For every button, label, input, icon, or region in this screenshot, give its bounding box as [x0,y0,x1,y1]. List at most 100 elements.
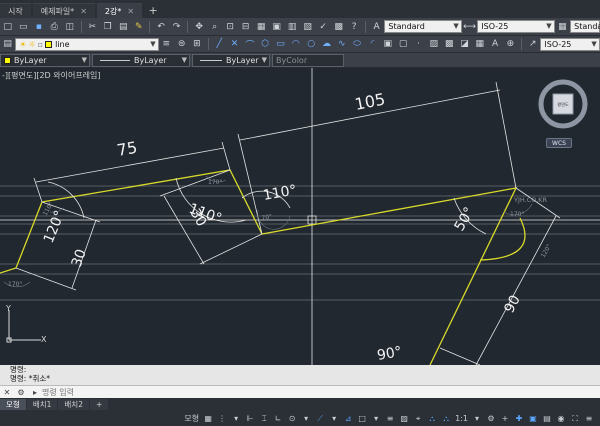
rectangle-icon[interactable]: ▭ [274,37,287,51]
snap-icon[interactable]: ⋮ [216,413,228,425]
layer-properties-icon[interactable]: ▤ [1,37,14,51]
annotation-scale-value[interactable]: 1:1 [454,413,469,425]
gear-icon[interactable]: ⚙ [485,413,497,425]
chevron-down-icon[interactable]: ▾ [328,413,340,425]
polar-tracking-icon[interactable]: ⊙ [286,413,298,425]
new-file-icon[interactable]: □ [1,20,15,34]
polygon-icon[interactable]: ⬡ [259,37,272,51]
zoom-window-icon[interactable]: ⊡ [223,20,237,34]
insert-block-icon[interactable]: ▣ [381,37,394,51]
text-style-select[interactable]: Standard ▼ [384,20,462,33]
ellipse-icon[interactable]: ⬭ [350,37,363,51]
selection-cycling-icon[interactable]: ⌖ [412,413,424,425]
annotation-scale-icon[interactable]: ⛬ [440,413,452,425]
isometric-icon[interactable]: ⟋ [314,413,326,425]
chevron-down-icon[interactable]: ▾ [471,413,483,425]
chevron-down-icon[interactable]: ▾ [300,413,312,425]
markup-icon[interactable]: ✓ [316,20,330,34]
tab-lesson-2[interactable]: 2강* ✕ [96,3,143,18]
add-icon[interactable]: + [499,413,511,425]
tab-layout2[interactable]: 배치2 [58,399,89,410]
pan-icon[interactable]: ✥ [192,20,206,34]
object-snap-icon[interactable]: □ [356,413,368,425]
new-tab-button[interactable]: + [144,3,162,18]
customization-icon[interactable]: ≡ [583,413,595,425]
object-snap-tracking-icon[interactable]: ⊿ [342,413,354,425]
linetype-select[interactable]: ByLayer ▼ [92,53,190,67]
undo-icon[interactable]: ↶ [154,20,168,34]
construction-line-icon[interactable]: ✕ [228,37,241,51]
add-layout-button[interactable]: + [89,399,109,410]
transparency-icon[interactable]: ▨ [398,413,410,425]
infer-constraints-icon[interactable]: ⊩ [244,413,256,425]
close-icon[interactable]: ✕ [0,388,14,397]
ellipse-arc-icon[interactable]: ◜ [366,37,379,51]
mtext-icon[interactable]: A [488,37,501,51]
circle-icon[interactable]: ○ [305,37,318,51]
annotation-monitor-icon[interactable]: ✚ [513,413,525,425]
line-icon[interactable]: ╱ [213,37,226,51]
tab-example-file[interactable]: 예제파일* ✕ [32,3,95,18]
layer-select[interactable]: ☀ ☼ ▫ line ▼ [15,37,159,51]
layer-states-icon[interactable]: ⊞ [190,37,203,51]
polyline-icon[interactable]: ⌒ [243,37,256,51]
plotstyle-select[interactable]: ByColor [272,53,344,67]
lineweight-select[interactable]: ByLayer ▼ [192,53,270,67]
sheet-set-icon[interactable]: ▧ [301,20,315,34]
copy-icon[interactable]: ❐ [101,20,115,34]
save-icon[interactable]: ▪ [32,20,46,34]
grid-icon[interactable]: ▦ [202,413,214,425]
multileader-style-select[interactable]: ISO-25 ▼ [540,37,600,51]
tab-layout1[interactable]: 배치1 [26,399,58,410]
customize-icon[interactable]: ⚙ [14,388,28,397]
match-properties-icon[interactable]: ✎ [132,20,146,34]
dim-style-select[interactable]: ISO-25 ▼ [477,20,555,33]
drawing-canvas[interactable]: 75 105 120° 30 30 110° 110° 50° 90 90° 1… [0,68,600,365]
chevron-down-icon[interactable]: ▾ [230,413,242,425]
model-space-button[interactable]: 모형 [183,413,200,425]
arc-icon[interactable]: ◠ [289,37,302,51]
wcs-menu[interactable]: WCS [546,138,572,148]
table-style-select[interactable]: Standa [570,20,600,33]
help-icon[interactable]: ? [347,20,361,34]
zoom-realtime-icon[interactable]: ⌕ [208,20,222,34]
dynamic-input-icon[interactable]: ⌶ [258,413,270,425]
annotation-visibility-icon[interactable]: ⛬ [426,413,438,425]
zoom-previous-icon[interactable]: ⊟ [239,20,253,34]
print-icon[interactable]: ⎙ [48,20,62,34]
hatch-icon[interactable]: ▨ [427,37,440,51]
close-icon[interactable]: ✕ [80,7,87,16]
point-icon[interactable]: · [412,37,425,51]
revcloud-icon[interactable]: ☁ [320,37,333,51]
clean-screen-icon[interactable]: ⛶ [569,413,581,425]
chevron-down-icon[interactable]: ▾ [370,413,382,425]
layer-previous-icon[interactable]: ⊜ [175,37,188,51]
command-line[interactable]: ✕ ⚙ ▸ [0,385,600,398]
ortho-icon[interactable]: ∟ [272,413,284,425]
properties-icon[interactable]: ▦ [254,20,268,34]
make-current-icon[interactable]: ≡ [160,37,173,51]
viewcube[interactable]: 평면도 [537,78,589,130]
make-block-icon[interactable]: ▢ [396,37,409,51]
spline-icon[interactable]: ∿ [335,37,348,51]
tab-start[interactable]: 시작 [0,3,31,18]
paste-icon[interactable]: ▤ [116,20,130,34]
tool-palette-icon[interactable]: ▥ [285,20,299,34]
lineweight-icon[interactable]: ≡ [384,413,396,425]
redo-icon[interactable]: ↷ [170,20,184,34]
open-icon[interactable]: ▭ [17,20,31,34]
calculator-icon[interactable]: ▩ [332,20,346,34]
isolate-objects-icon[interactable]: ◉ [555,413,567,425]
add-selected-icon[interactable]: ⊕ [504,37,517,51]
tab-model[interactable]: 모형 [0,399,26,410]
color-select[interactable]: ByLayer ▼ [0,53,90,67]
cut-icon[interactable]: ✂ [85,20,99,34]
design-center-icon[interactable]: ▣ [270,20,284,34]
table-icon[interactable]: ▦ [473,37,486,51]
command-input[interactable] [42,387,342,397]
preview-icon[interactable]: ◫ [63,20,77,34]
region-icon[interactable]: ◪ [458,37,471,51]
close-icon[interactable]: ✕ [127,7,134,16]
units-icon[interactable]: ▣ [527,413,539,425]
gradient-icon[interactable]: ▩ [442,37,455,51]
